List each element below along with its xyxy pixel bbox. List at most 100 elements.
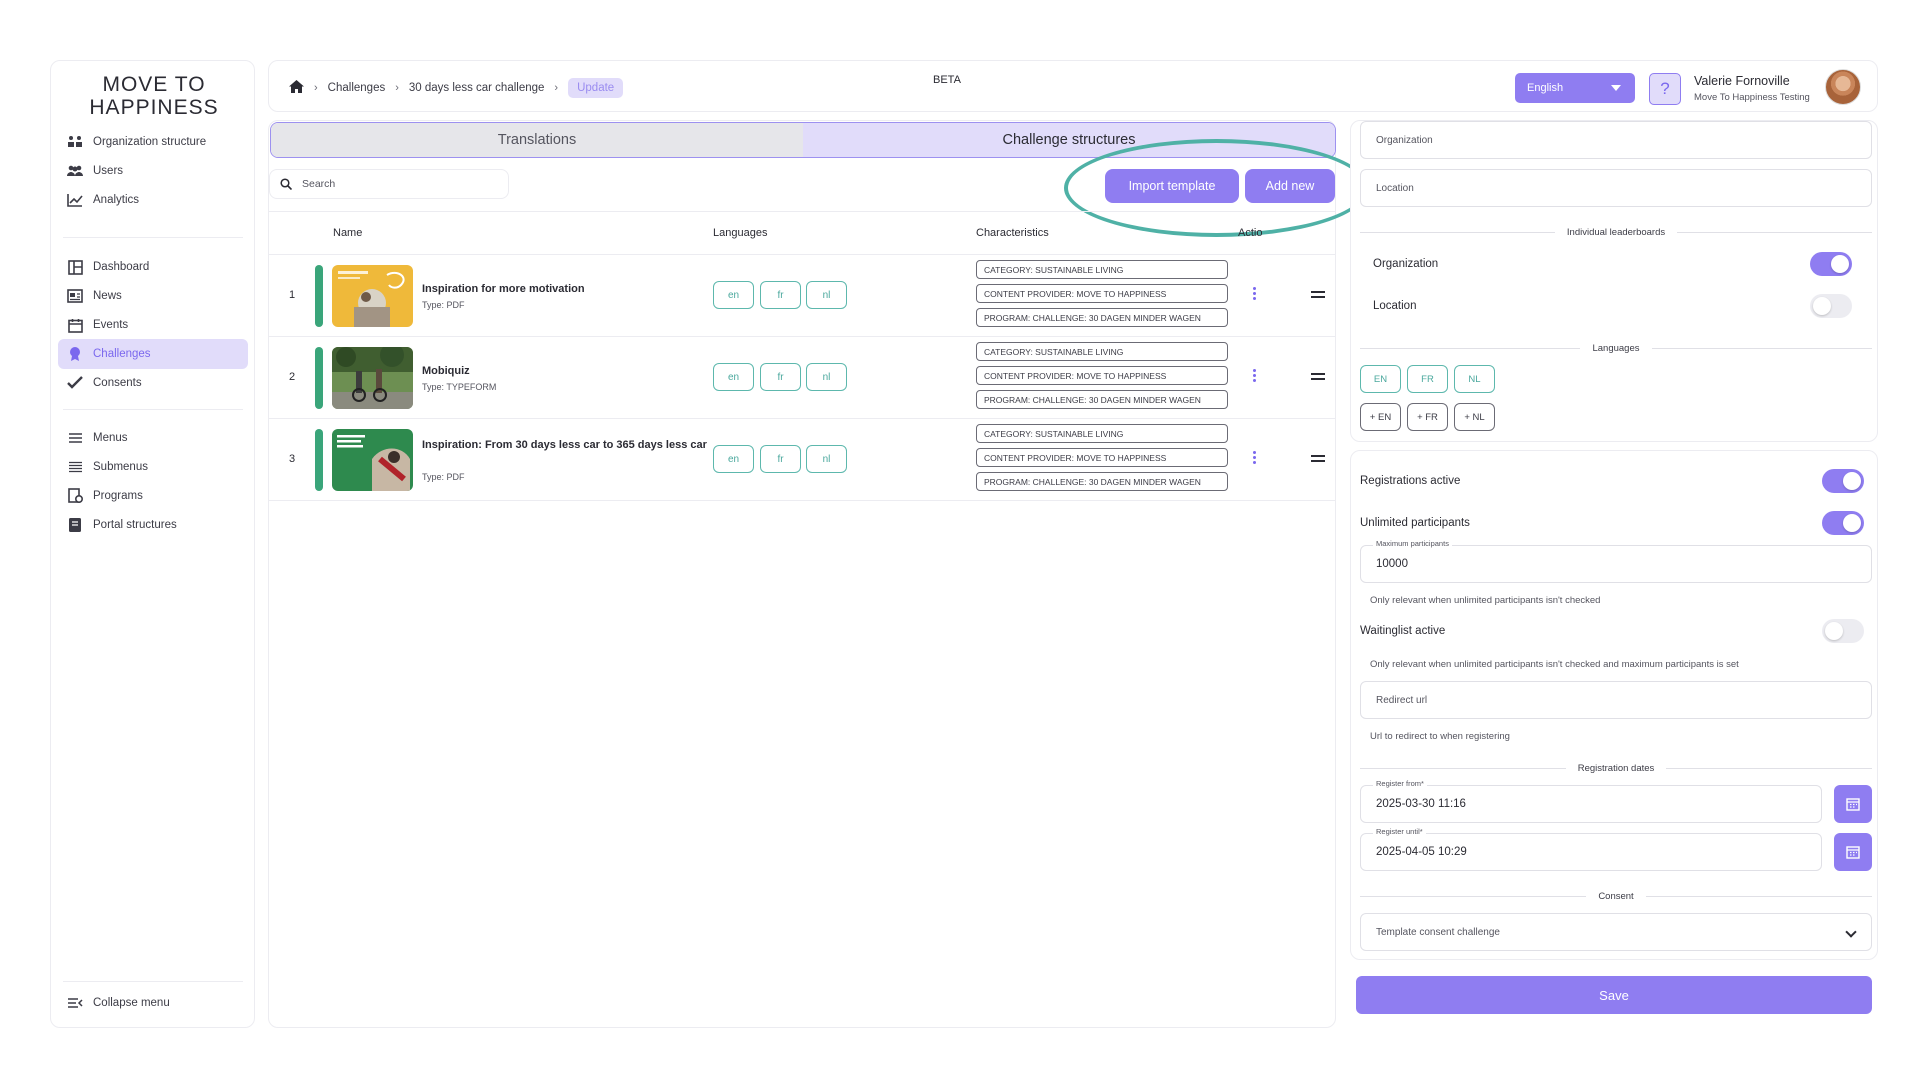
sidebar-item-analytics[interactable]: Analytics <box>58 185 248 215</box>
breadcrumb-challenge[interactable]: 30 days less car challenge <box>409 82 545 94</box>
save-button[interactable]: Save <box>1356 976 1872 1014</box>
register-until-calendar-button[interactable] <box>1834 833 1872 871</box>
consent-select[interactable]: Template consent challenge <box>1360 913 1872 951</box>
max-participants-field[interactable]: Maximum participants 10000 <box>1360 539 1872 583</box>
register-from-calendar-button[interactable] <box>1834 785 1872 823</box>
sidebar-item-users[interactable]: Users <box>58 156 248 186</box>
language-chip-nl[interactable]: NL <box>1454 365 1495 393</box>
lang-chip-nl[interactable]: nl <box>806 445 847 473</box>
avatar[interactable] <box>1825 69 1861 105</box>
nav-divider <box>63 409 243 410</box>
characteristic-tag: PROGRAM: CHALLENGE: 30 DAGEN MINDER WAGE… <box>976 472 1228 491</box>
field-label: Register until* <box>1373 827 1426 836</box>
redirect-url-field[interactable]: Redirect url <box>1360 681 1872 719</box>
redirect-url-hint: Url to redirect to when registering <box>1370 731 1510 742</box>
more-options-icon[interactable] <box>1253 287 1257 300</box>
home-icon[interactable] <box>289 80 304 96</box>
drag-handle-icon[interactable] <box>1311 291 1325 301</box>
section-consent: Consent <box>1360 889 1873 903</box>
breadcrumb: › Challenges › 30 days less car challeng… <box>289 78 624 98</box>
waitinglist-hint: Only relevant when unlimited participant… <box>1370 659 1739 670</box>
add-language-nl-button[interactable]: + NL <box>1454 403 1495 431</box>
lb-location-label: Location <box>1373 300 1417 312</box>
waitinglist-active-toggle[interactable] <box>1822 619 1864 643</box>
row-number: 1 <box>289 289 296 301</box>
table-row[interactable]: 2 Mobiquiz Type: TYPEFORM en fr nl CATEG… <box>269 337 1335 419</box>
sidebar-item-portal-structures[interactable]: Portal structures <box>58 510 248 540</box>
sidebar-item-programs[interactable]: Programs <box>58 481 248 511</box>
unlimited-participants-toggle[interactable] <box>1822 511 1864 535</box>
register-until-field[interactable]: Register until* 2025-04-05 10:29 <box>1360 827 1822 871</box>
table-row[interactable]: 3 Inspiration: From 30 days less car to … <box>269 419 1335 501</box>
collapse-menu-button[interactable]: Collapse menu <box>58 988 248 1018</box>
lang-chip-en[interactable]: en <box>713 445 754 473</box>
field-value: 2025-04-05 10:29 <box>1376 846 1467 858</box>
tab-translations[interactable]: Translations <box>271 123 803 157</box>
dashboard-icon <box>66 258 84 276</box>
language-select[interactable]: English <box>1515 73 1635 103</box>
drag-handle-icon[interactable] <box>1311 373 1325 383</box>
status-bar <box>315 429 323 491</box>
lang-chip-fr[interactable]: fr <box>760 281 801 309</box>
help-button[interactable]: ? <box>1649 73 1681 105</box>
logo[interactable]: MOVE TO HAPPINESS <box>89 73 219 121</box>
row-number: 3 <box>289 453 296 465</box>
breadcrumb-challenges[interactable]: Challenges <box>328 82 386 94</box>
lang-chip-en[interactable]: en <box>713 363 754 391</box>
lang-chip-en[interactable]: en <box>713 281 754 309</box>
programs-icon <box>66 487 84 505</box>
language-chip-en[interactable]: EN <box>1360 365 1401 393</box>
row-title[interactable]: Mobiquiz <box>422 363 722 379</box>
unlimited-participants-label: Unlimited participants <box>1360 517 1470 529</box>
lang-chip-fr[interactable]: fr <box>760 445 801 473</box>
field-label: Register from* <box>1373 779 1427 788</box>
location-field[interactable]: Location <box>1360 169 1872 207</box>
lb-location-toggle[interactable] <box>1810 294 1852 318</box>
search-input[interactable]: Search <box>269 169 509 199</box>
check-icon <box>66 374 84 392</box>
more-options-icon[interactable] <box>1253 451 1257 464</box>
lang-chip-fr[interactable]: fr <box>760 363 801 391</box>
drag-handle-icon[interactable] <box>1311 455 1325 465</box>
user-organization: Move To Happiness Testing <box>1694 92 1810 103</box>
more-options-icon[interactable] <box>1253 369 1257 382</box>
book-icon <box>66 516 84 534</box>
column-actions: Actio <box>1238 227 1263 239</box>
sidebar-item-consents[interactable]: Consents <box>58 368 248 398</box>
table-row[interactable]: 1 Inspiration for more motivation Type: … <box>269 255 1335 337</box>
register-from-field[interactable]: Register from* 2025-03-30 11:16 <box>1360 779 1822 823</box>
sidebar-item-organization-structure[interactable]: Organization structure <box>58 127 248 157</box>
row-type: Type: PDF <box>422 472 465 482</box>
lang-chip-nl[interactable]: nl <box>806 363 847 391</box>
sidebar-item-submenus[interactable]: Submenus <box>58 452 248 482</box>
chevron-right-icon: › <box>314 82 318 94</box>
sidebar-item-news[interactable]: News <box>58 281 248 311</box>
row-title[interactable]: Inspiration for more motivation <box>422 281 722 297</box>
field-value: 2025-03-30 11:16 <box>1376 798 1466 810</box>
language-value: English <box>1527 82 1564 94</box>
lang-chip-nl[interactable]: nl <box>806 281 847 309</box>
sidebar-item-dashboard[interactable]: Dashboard <box>58 252 248 282</box>
sidebar-item-challenges[interactable]: Challenges <box>58 339 248 369</box>
registrations-active-toggle[interactable] <box>1822 469 1864 493</box>
sidebar-item-label: Analytics <box>93 194 140 206</box>
row-type: Type: PDF <box>422 300 465 310</box>
sidebar-item-menus[interactable]: Menus <box>58 423 248 453</box>
sidebar-item-label: Users <box>93 165 124 177</box>
lb-organization-toggle[interactable] <box>1810 252 1852 276</box>
search-icon <box>280 178 292 190</box>
sidebar-item-events[interactable]: Events <box>58 310 248 340</box>
column-languages: Languages <box>713 227 768 239</box>
org-structure-icon <box>66 133 84 151</box>
language-chip-fr[interactable]: FR <box>1407 365 1448 393</box>
location-placeholder: Location <box>1376 182 1414 194</box>
calendar-icon <box>1846 798 1860 811</box>
organization-field[interactable]: Organization <box>1360 121 1872 159</box>
characteristic-tag: CONTENT PROVIDER: MOVE TO HAPPINESS <box>976 284 1228 303</box>
add-language-en-button[interactable]: + EN <box>1360 403 1401 431</box>
add-language-fr-button[interactable]: + FR <box>1407 403 1448 431</box>
list-icon <box>66 458 84 476</box>
sidebar-item-label: Events <box>93 319 129 331</box>
waitinglist-active-label: Waitinglist active <box>1360 625 1446 637</box>
row-title[interactable]: Inspiration: From 30 days less car to 36… <box>422 437 722 453</box>
